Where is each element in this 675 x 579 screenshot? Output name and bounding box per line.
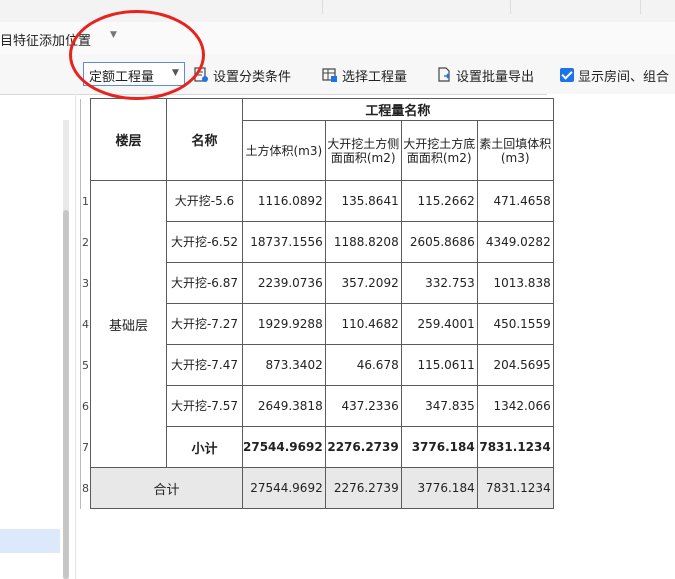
cell-value[interactable]: 204.5695 [476,344,554,386]
export-doc-icon [436,67,452,83]
row-number: 2 [80,221,91,263]
header-floor: 楼层 [90,98,167,181]
cell-value[interactable]: 115.0611 [400,344,478,386]
grid-select-icon [322,67,338,83]
total-value[interactable]: 27544.9692 [242,467,326,509]
cell-name[interactable]: 大开挖-7.57 [166,385,243,427]
row-number: 8 [80,467,91,509]
subtotal-value[interactable]: 2276.2739 [324,426,402,468]
batch-export-label: 设置批量导出 [456,69,535,85]
header-qty: 土方体积(m3) [242,120,326,181]
cell-value[interactable]: 1013.838 [476,262,554,304]
cell-name[interactable]: 大开挖-7.47 [166,344,243,386]
cell-value[interactable]: 110.4682 [324,303,402,345]
row-number: 6 [80,385,91,427]
feature-position-row: 目特征添加位置 ▼ [0,22,675,55]
header-qty: 大开挖土方侧面面积(m2) [324,120,402,181]
cell-value[interactable]: 2649.3818 [242,385,326,427]
empty-report-area [547,94,675,579]
header-qty: 素土回填体积(m3) [476,120,554,181]
total-label: 合计 [90,467,243,509]
cell-name[interactable]: 大开挖-6.87 [166,262,243,304]
cell-value[interactable]: 357.2092 [324,262,402,304]
quantity-type-dropdown[interactable]: 定额工程量 ▼ [83,62,185,86]
selected-tree-item[interactable] [0,529,60,553]
show-room-label: 显示房间、组合 [578,69,670,85]
cell-value[interactable]: 259.4001 [400,303,478,345]
total-value[interactable]: 3776.184 [400,467,478,509]
cell-value[interactable]: 1342.066 [476,385,554,427]
chevron-down-icon[interactable]: ▼ [110,30,117,40]
cell-value[interactable]: 4349.0282 [476,221,554,263]
left-scrollbar-thumb[interactable] [63,210,69,579]
subtotal-value[interactable]: 27544.9692 [242,426,326,468]
cell-value[interactable]: 471.4658 [476,180,554,222]
subtotal-label: 小计 [166,426,243,468]
total-row[interactable]: 8 合计 27544.9692 2276.2739 3776.184 7831.… [80,467,554,509]
header-quantity-group: 工程量名称 [242,98,554,121]
cell-value[interactable]: 1929.9288 [242,303,326,345]
checkbox-checked-icon[interactable] [560,68,574,82]
set-category-button[interactable]: 设置分类条件 [193,64,291,86]
cell-name[interactable]: 大开挖-7.27 [166,303,243,345]
row-number: 5 [80,344,91,386]
set-category-label: 设置分类条件 [213,69,292,85]
cell-value[interactable]: 437.2336 [324,385,402,427]
batch-export-button[interactable]: 设置批量导出 [436,64,534,86]
cell-value[interactable]: 2605.8686 [400,221,478,263]
quantity-table: 楼层 名称 工程量名称 土方体积(m3) 大开挖土方侧面面积(m2) 大开挖土方… [80,98,554,509]
select-quantity-button[interactable]: 选择工程量 [322,64,407,86]
row-number: 4 [80,303,91,345]
subtotal-value[interactable]: 3776.184 [400,426,478,468]
show-room-checkbox[interactable]: 显示房间、组合 [560,64,669,86]
cell-name[interactable]: 大开挖-5.6 [166,180,243,222]
table-row[interactable]: 1 基础层 大开挖-5.6 1116.0892 135.8641 115.266… [80,180,554,468]
cell-value[interactable]: 332.753 [400,262,478,304]
cell-value[interactable]: 873.3402 [242,344,326,386]
feature-position-label[interactable]: 目特征添加位置 [0,30,91,49]
cell-value[interactable]: 1188.8208 [324,221,402,263]
cell-value[interactable]: 2239.0736 [242,262,326,304]
subtotal-value[interactable]: 7831.1234 [476,426,554,468]
row-number-header [80,98,91,181]
quantity-report-grid: 楼层 名称 工程量名称 土方体积(m3) 大开挖土方侧面面积(m2) 大开挖土方… [80,98,554,509]
row-number: 3 [80,262,91,304]
cell-value[interactable]: 18737.1556 [242,221,326,263]
cell-value[interactable]: 450.1559 [476,303,554,345]
cell-value[interactable]: 46.678 [324,344,402,386]
total-value[interactable]: 2276.2739 [324,467,402,509]
cell-floor[interactable]: 基础层 [90,180,167,468]
header-qty: 大开挖土方底面面积(m2) [400,120,478,181]
row-number: 7 [80,426,91,468]
filter-doc-icon [193,67,209,83]
chevron-down-icon: ▼ [172,68,179,78]
top-tab-strip [0,0,675,23]
panel-divider [0,94,75,95]
quantity-type-value: 定额工程量 [89,70,155,85]
cell-value[interactable]: 347.835 [400,385,478,427]
select-quantity-label: 选择工程量 [342,69,408,85]
tab-separator [640,0,641,14]
cell-name[interactable]: 大开挖-6.52 [166,221,243,263]
cell-value[interactable]: 135.8641 [324,180,402,222]
cell-value[interactable]: 115.2662 [400,180,478,222]
row-number: 1 [80,180,91,222]
total-value[interactable]: 7831.1234 [476,467,554,509]
tab-separator [510,0,511,14]
tab-separator [322,0,323,14]
cell-value[interactable]: 1116.0892 [242,180,326,222]
header-name: 名称 [166,98,243,181]
